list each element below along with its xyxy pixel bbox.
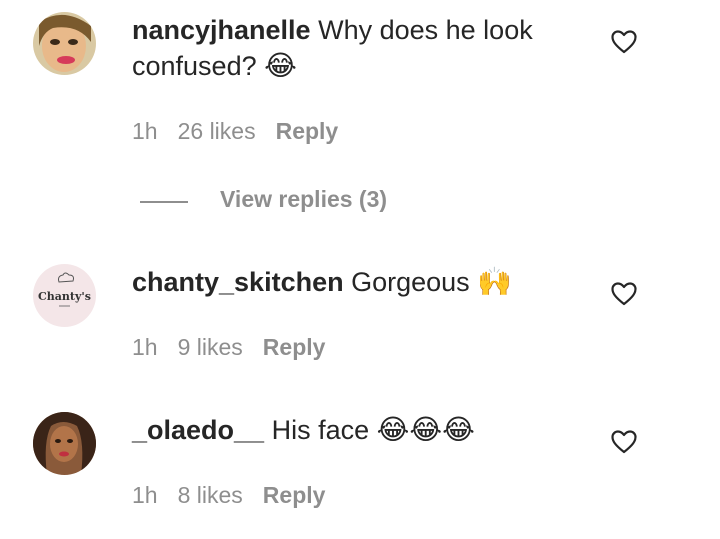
view-replies-button[interactable]: View replies (3) [220,186,387,213]
comment-username[interactable]: chanty_skitchen [132,267,344,297]
avatar[interactable] [33,412,96,475]
comment-meta: 1h 26 likes Reply [132,118,358,145]
reply-button[interactable]: Reply [263,482,326,509]
avatar-image: Chanty's [33,264,96,327]
comment-text: _olaedo__ His face 😂😂😂 [132,412,582,448]
replies-divider [140,201,188,203]
avatar-image [33,12,96,75]
avatar[interactable]: Chanty's [33,264,96,327]
comment-meta: 1h 9 likes Reply [132,334,345,361]
like-heart-icon[interactable] [611,30,637,54]
reply-button[interactable]: Reply [263,334,326,361]
comment-time: 1h [132,118,158,144]
comment-meta: 1h 8 likes Reply [132,482,345,509]
comment-text: chanty_skitchen Gorgeous 🙌 [132,264,582,300]
raising-hands-emoji: 🙌 [477,265,513,298]
tears-of-joy-emoji: 😂😂😂 [376,413,475,446]
like-heart-icon[interactable] [611,430,637,454]
comment-time: 1h [132,482,158,508]
comment-username[interactable]: nancyjhanelle [132,15,311,45]
comment-likes[interactable]: 26 likes [178,118,256,145]
avatar-image [33,412,96,475]
like-heart-icon[interactable] [611,282,637,306]
avatar-logo-text: Chanty's [38,290,91,303]
tears-of-joy-emoji: 😂 [264,49,297,82]
comment-text: nancyjhanelle Why does he look confused?… [132,12,582,84]
comment-body: His face [271,415,370,445]
comment-time: 1h [132,334,158,360]
comment-likes[interactable]: 9 likes [178,334,243,361]
avatar[interactable] [33,12,96,75]
comment-body: Gorgeous [351,267,470,297]
reply-button[interactable]: Reply [276,118,339,145]
comment-likes[interactable]: 8 likes [178,482,243,509]
comment-username[interactable]: _olaedo__ [132,415,264,445]
